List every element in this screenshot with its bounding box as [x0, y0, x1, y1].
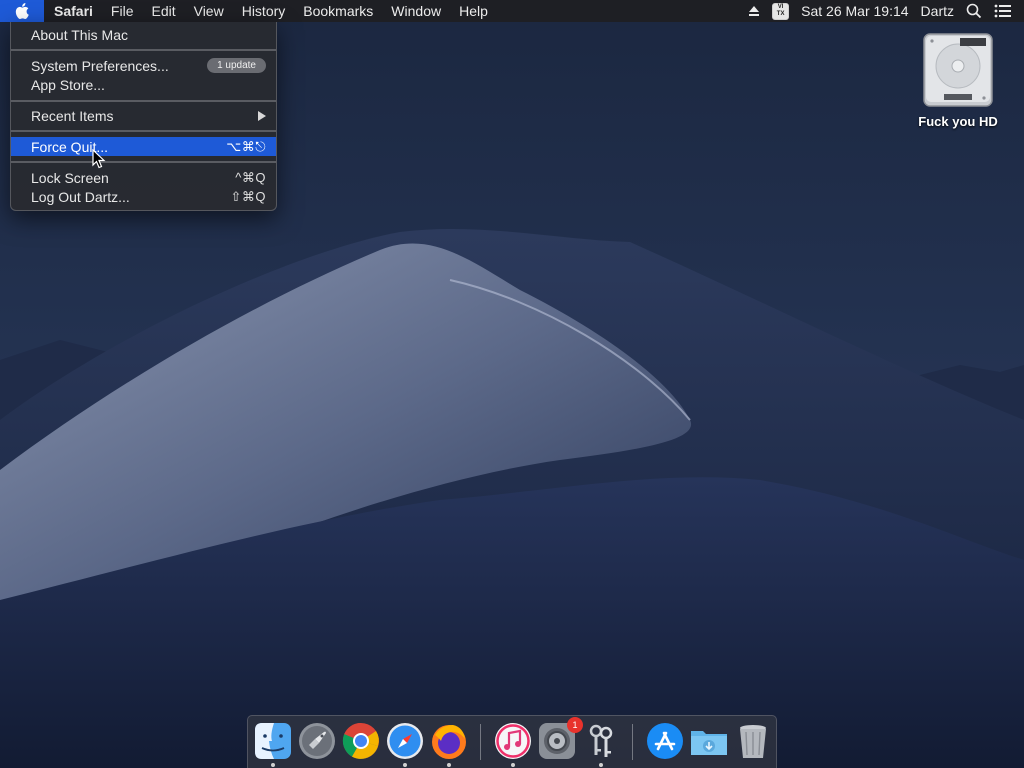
menu-help[interactable]: Help [450, 0, 497, 22]
dock-launchpad[interactable] [297, 721, 337, 761]
menu-item-label: System Preferences... [31, 57, 169, 74]
input-source-top: VI [777, 4, 784, 10]
running-indicator [271, 763, 275, 767]
desktop-drive-icon[interactable]: Fuck you HD [908, 30, 1008, 129]
menu-item-label: App Store... [31, 76, 105, 93]
dock-divider [480, 724, 481, 760]
dock-downloads-folder[interactable] [689, 721, 729, 761]
clock[interactable]: Sat 26 Mar 19:14 [801, 3, 908, 19]
menu-item-force-quit[interactable]: Force Quit... ⌥⌘⎋ [11, 137, 276, 156]
menu-view[interactable]: View [185, 0, 233, 22]
input-source-icon[interactable]: VI TX [772, 2, 790, 20]
menu-item-label: Log Out Dartz... [31, 188, 130, 205]
menu-item-app-store[interactable]: App Store... [11, 75, 276, 94]
dock-system-preferences[interactable]: 1 [537, 717, 583, 761]
menu-bar: Safari File Edit View History Bookmarks … [0, 0, 1024, 22]
menu-item-log-out[interactable]: Log Out Dartz... ⇧⌘Q [11, 187, 276, 206]
user-menu[interactable]: Dartz [921, 3, 954, 19]
safari-compass-icon [387, 723, 423, 759]
menu-window[interactable]: Window [382, 0, 450, 22]
downloads-folder-icon [691, 731, 727, 755]
menu-item-system-preferences[interactable]: System Preferences... 1 update [11, 56, 276, 75]
eject-icon[interactable] [748, 5, 760, 17]
menu-item-label: About This Mac [31, 26, 129, 43]
apple-icon [15, 3, 29, 19]
firefox-icon [432, 725, 466, 759]
keychain-keys-icon [589, 724, 613, 757]
dock-keychain-access[interactable] [581, 721, 621, 761]
menu-history[interactable]: History [233, 0, 295, 22]
apple-menu-dropdown: About This Mac System Preferences... 1 u… [10, 22, 277, 211]
dock-firefox[interactable] [429, 721, 469, 761]
menu-item-about-this-mac[interactable]: About This Mac [11, 25, 276, 44]
chrome-icon [342, 722, 379, 759]
notification-center-icon[interactable] [994, 4, 1012, 18]
menu-separator [11, 100, 276, 102]
itunes-music-icon [495, 723, 531, 759]
running-indicator [511, 763, 515, 767]
menu-item-label: Recent Items [31, 107, 114, 124]
dock-google-chrome[interactable] [341, 721, 381, 761]
dock-safari[interactable] [385, 721, 425, 761]
hard-drive-icon [923, 33, 993, 107]
dock-trash[interactable] [733, 721, 773, 761]
dock: 1 [247, 715, 777, 768]
update-badge: 1 update [207, 58, 266, 73]
dock-app-store[interactable] [645, 721, 685, 761]
keyboard-shortcut: ⇧⌘Q [230, 188, 266, 204]
keyboard-shortcut: ⌥⌘⎋ [226, 138, 266, 154]
app-store-icon [647, 723, 683, 759]
launchpad-rocket-icon [299, 723, 335, 759]
running-indicator [447, 763, 451, 767]
apple-menu-button[interactable] [0, 0, 44, 22]
mouse-cursor-icon [92, 149, 106, 169]
menu-bookmarks[interactable]: Bookmarks [294, 0, 382, 22]
menu-separator [11, 161, 276, 163]
menu-separator [11, 49, 276, 51]
input-source-bottom: TX [776, 11, 785, 17]
menu-item-lock-screen[interactable]: Lock Screen ^⌘Q [11, 168, 276, 187]
desktop-drive-label: Fuck you HD [918, 114, 998, 129]
running-indicator [599, 763, 603, 767]
menu-item-label: Force Quit... [31, 138, 109, 155]
dock-divider [632, 724, 633, 760]
menu-edit[interactable]: Edit [142, 0, 184, 22]
dock-finder[interactable] [253, 721, 293, 761]
spotlight-search-icon[interactable] [966, 3, 982, 19]
menu-item-recent-items[interactable]: Recent Items [11, 106, 276, 125]
trash-icon [740, 725, 766, 758]
menu-item-label: Lock Screen [31, 169, 109, 186]
dock-itunes[interactable] [493, 721, 533, 761]
app-menu-safari[interactable]: Safari [44, 0, 102, 22]
submenu-arrow-icon [258, 110, 266, 121]
keyboard-shortcut: ^⌘Q [235, 169, 266, 185]
menu-separator [11, 130, 276, 132]
menu-file[interactable]: File [102, 0, 143, 22]
running-indicator [403, 763, 407, 767]
finder-icon [255, 723, 291, 759]
